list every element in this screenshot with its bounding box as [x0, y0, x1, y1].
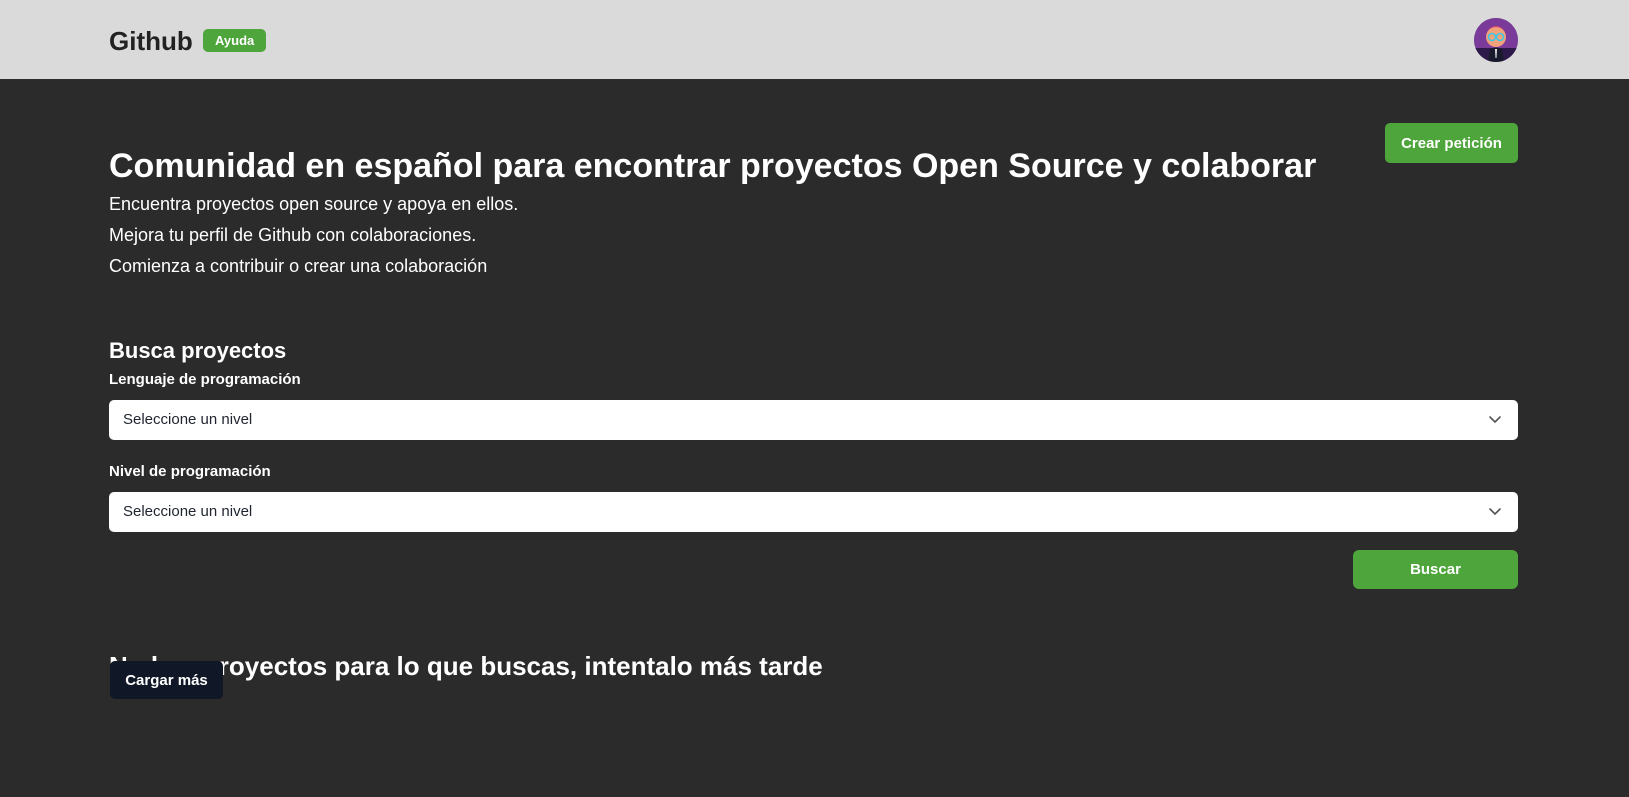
load-more-button[interactable]: Cargar más: [110, 661, 223, 699]
level-label: Nivel de programación: [109, 463, 271, 480]
help-badge[interactable]: Ayuda: [203, 29, 267, 52]
search-button[interactable]: Buscar: [1353, 550, 1518, 589]
description-line: Comienza a contribuir o crear una colabo…: [109, 256, 488, 276]
create-request-button[interactable]: Crear petición: [1385, 123, 1518, 163]
level-select-value: Seleccione un nivel: [123, 503, 253, 520]
chevron-down-icon: [1489, 416, 1501, 423]
language-select[interactable]: Seleccione un nivel: [109, 400, 1518, 440]
language-select-value: Seleccione un nivel: [123, 411, 253, 428]
language-label: Lenguaje de programación: [109, 371, 301, 388]
level-select[interactable]: Seleccione un nivel: [109, 492, 1518, 532]
description-line: Mejora tu perfil de Github con colaborac…: [109, 225, 477, 245]
brand-logo[interactable]: Github: [109, 25, 193, 57]
description-list: Encuentra proyectos open source y apoya …: [109, 189, 518, 282]
chevron-down-icon: [1489, 508, 1501, 515]
description-line: Encuentra proyectos open source y apoya …: [109, 194, 519, 214]
page-title: Comunidad en español para encontrar proy…: [109, 146, 1317, 185]
top-navbar: Github Ayuda: [0, 0, 1629, 79]
search-section-title: Busca proyectos: [109, 338, 287, 364]
user-avatar-icon[interactable]: [1474, 18, 1518, 62]
